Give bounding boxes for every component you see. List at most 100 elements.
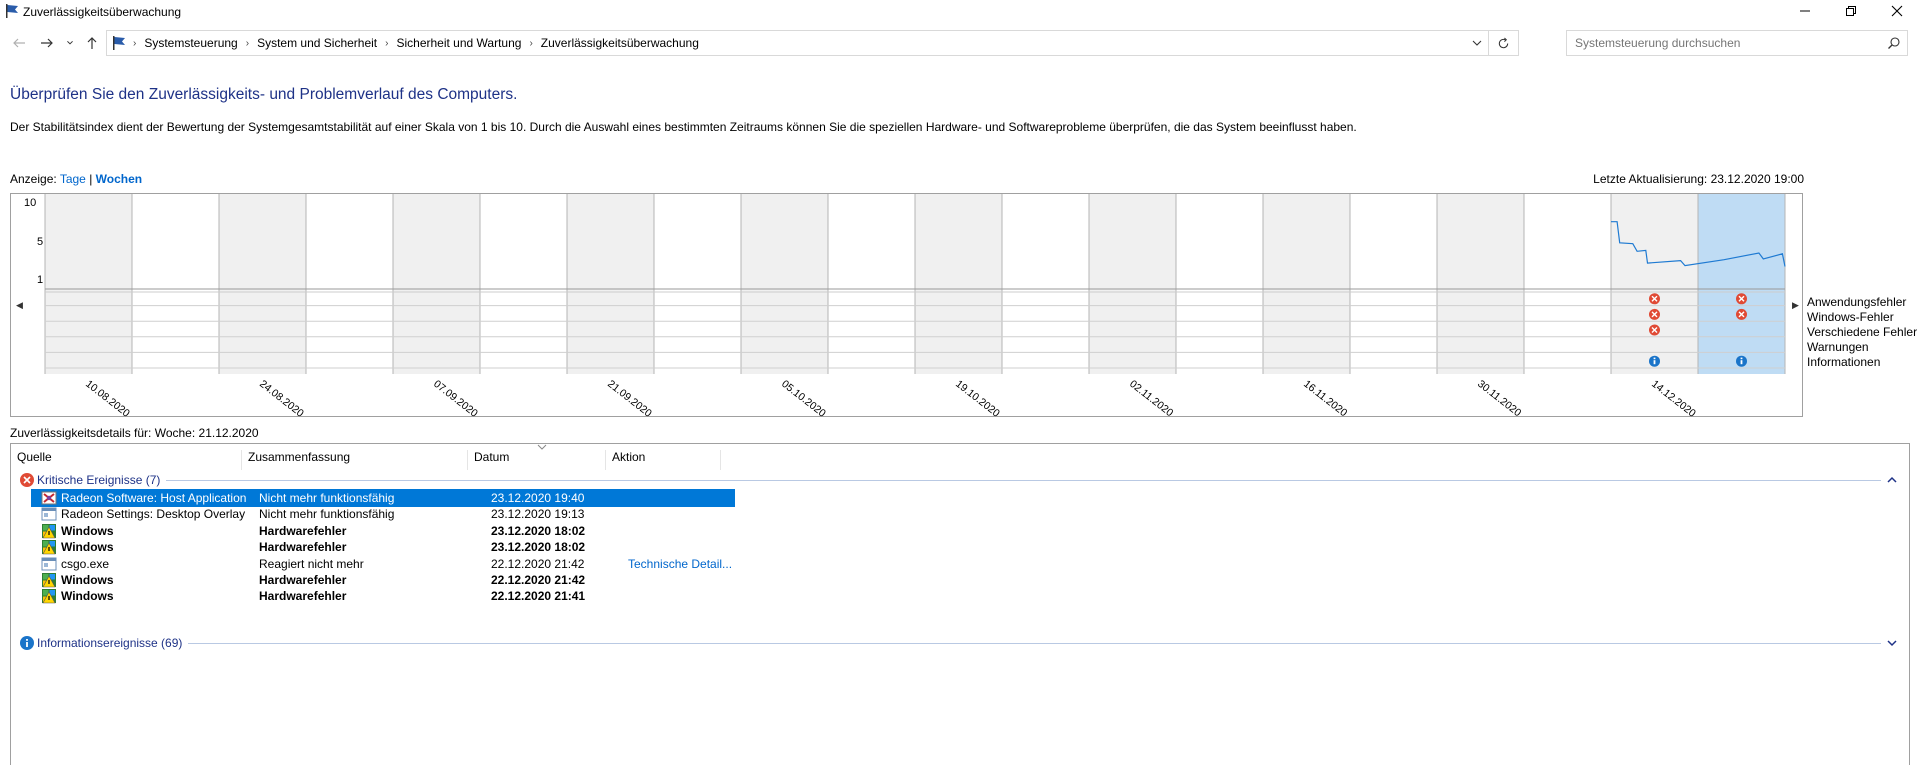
restore-icon (1846, 6, 1856, 16)
chart-scroll-left-button[interactable]: ◀ (16, 300, 23, 311)
app-window-icon (41, 557, 57, 571)
table-row[interactable]: Windows Hardwarefehler 23.12.2020 18:02 (31, 522, 735, 540)
error-icon (20, 473, 34, 487)
row-source: Radeon Settings: Desktop Overlay (61, 507, 246, 522)
legend-windows-errors: Windows-Fehler (1807, 310, 1894, 324)
row-summary: Hardwarefehler (259, 523, 347, 538)
column-header-action[interactable]: Aktion (606, 450, 721, 470)
stability-chart-frame (10, 193, 1803, 417)
details-title: Zuverlässigkeitsdetails für: Woche: 21.1… (10, 426, 259, 440)
title-bar: Zuverlässigkeitsüberwachung (0, 0, 1920, 22)
row-date: 22.12.2020 21:41 (491, 589, 586, 604)
table-row[interactable]: Windows Hardwarefehler 23.12.2020 18:02 (31, 538, 735, 556)
arrow-up-icon (87, 37, 97, 49)
search-box[interactable] (1566, 30, 1908, 56)
view-weeks-link[interactable]: Wochen (96, 172, 142, 186)
group-divider (188, 642, 1881, 644)
y-tick-label: 5 (37, 236, 44, 248)
flag-icon (113, 36, 125, 50)
windows-warning-icon (42, 523, 56, 539)
y-tick-label: 1 (37, 274, 44, 286)
address-bar[interactable]: › Systemsteuerung › System und Sicherhei… (106, 30, 1519, 56)
search-input[interactable] (1567, 31, 1877, 55)
row-summary: Hardwarefehler (259, 589, 347, 604)
chevron-down-icon (67, 40, 73, 45)
table-row[interactable]: Radeon Software: Host Application Nicht m… (31, 489, 735, 507)
details-panel: Quelle Zusammenfassung Datum Aktion Krit… (10, 443, 1910, 765)
close-button[interactable] (1874, 0, 1920, 22)
row-action-link[interactable]: Technische Detail... (628, 557, 733, 571)
legend-application-errors: Anwendungsfehler (1807, 295, 1907, 309)
radeon-app-icon (41, 491, 57, 505)
page-title: Überprüfen Sie den Zuverlässigkeits- und… (10, 86, 518, 103)
recent-locations-button[interactable] (64, 34, 76, 52)
forward-button[interactable] (38, 34, 56, 52)
row-summary: Nicht mehr funktionsfähig (259, 507, 395, 522)
app-window-icon (41, 507, 57, 521)
windows-warning-icon (42, 540, 56, 555)
up-button[interactable] (83, 34, 101, 52)
column-header-source[interactable]: Quelle (11, 450, 242, 470)
column-header-date[interactable]: Datum (468, 450, 606, 470)
view-days-link[interactable]: Tage (60, 172, 86, 186)
row-date: 23.12.2020 18:02 (491, 523, 586, 538)
chevron-down-icon[interactable] (1470, 36, 1484, 50)
breadcrumb-systemsteuerung[interactable]: Systemsteuerung (138, 36, 243, 50)
chart-scroll-right-button[interactable]: ▶ (1792, 300, 1799, 311)
row-source: Radeon Software: Host Application (61, 491, 247, 505)
breadcrumb-separator-icon: › (245, 37, 250, 49)
view-toggle: Anzeige: Tage | Wochen (10, 172, 142, 186)
row-source: Windows (61, 523, 114, 538)
row-summary: Reagiert nicht mehr (259, 556, 364, 571)
table-row[interactable]: Radeon Settings: Desktop Overlay Nicht me… (31, 505, 735, 523)
minimize-button[interactable] (1782, 0, 1828, 22)
flag-icon (6, 4, 18, 18)
chevron-down-icon[interactable] (1885, 638, 1899, 648)
windows-warning-icon (42, 589, 56, 604)
group-divider (166, 479, 1881, 481)
group-critical-label: Kritische Ereignisse (7) (37, 473, 161, 487)
legend-misc-errors: Verschiedene Fehler (1807, 325, 1918, 339)
column-header-summary[interactable]: Zusammenfassung (242, 450, 468, 470)
arrow-left-icon (13, 38, 25, 48)
refresh-button[interactable] (1488, 31, 1518, 55)
row-source: Windows (61, 589, 114, 604)
table-row[interactable]: Windows Hardwarefehler 22.12.2020 21:41 (31, 587, 735, 605)
view-separator: | (89, 172, 93, 186)
info-icon (20, 636, 34, 650)
breadcrumb-zuverlaessigkeitsueberwachung[interactable]: Zuverlässigkeitsüberwachung (535, 36, 705, 50)
back-button[interactable] (10, 34, 28, 52)
group-information-label: Informationsereignisse (69) (37, 636, 183, 650)
row-date: 22.12.2020 21:42 (491, 573, 586, 587)
breadcrumb-system-und-sicherheit[interactable]: System und Sicherheit (251, 36, 383, 50)
breadcrumb-separator-icon: › (529, 37, 533, 49)
minimize-icon (1800, 10, 1810, 12)
group-information-events[interactable]: Informationsereignisse (69) (19, 634, 1899, 652)
window-title: Zuverlässigkeitsüberwachung (23, 5, 182, 19)
restore-button[interactable] (1828, 0, 1874, 22)
row-source: Windows (61, 573, 114, 587)
breadcrumb-separator-icon: › (385, 37, 389, 49)
row-summary: Hardwarefehler (259, 573, 347, 587)
group-critical-events[interactable]: Kritische Ereignisse (7) (19, 471, 1899, 489)
sort-descending-icon (537, 444, 547, 450)
navigation-bar: › Systemsteuerung › System und Sicherhei… (0, 28, 1920, 58)
table-row[interactable]: Windows Hardwarefehler 22.12.2020 21:42 (31, 571, 735, 589)
row-date: 23.12.2020 19:40 (491, 491, 585, 505)
refresh-icon (1498, 37, 1509, 48)
table-row[interactable]: csgo.exe Reagiert nicht mehr 22.12.2020 21… (31, 555, 735, 573)
search-icon[interactable] (1887, 36, 1901, 50)
row-date: 23.12.2020 19:13 (491, 507, 585, 522)
row-date: 23.12.2020 18:02 (491, 540, 586, 555)
breadcrumb-sicherheit-und-wartung[interactable]: Sicherheit und Wartung (390, 36, 527, 50)
arrow-right-icon (41, 38, 53, 48)
page-description: Der Stabilitätsindex dient der Bewertung… (10, 120, 1357, 134)
view-label: Anzeige: (10, 172, 57, 186)
row-summary: Nicht mehr funktionsfähig (259, 491, 395, 505)
close-icon (1891, 5, 1903, 17)
row-source: Windows (61, 540, 114, 555)
last-update-label: Letzte Aktualisierung: 23.12.2020 19:00 (1593, 172, 1804, 186)
legend-warnings: Warnungen (1807, 340, 1869, 354)
row-date: 22.12.2020 21:42 (491, 556, 585, 571)
chevron-up-icon[interactable] (1885, 475, 1899, 485)
